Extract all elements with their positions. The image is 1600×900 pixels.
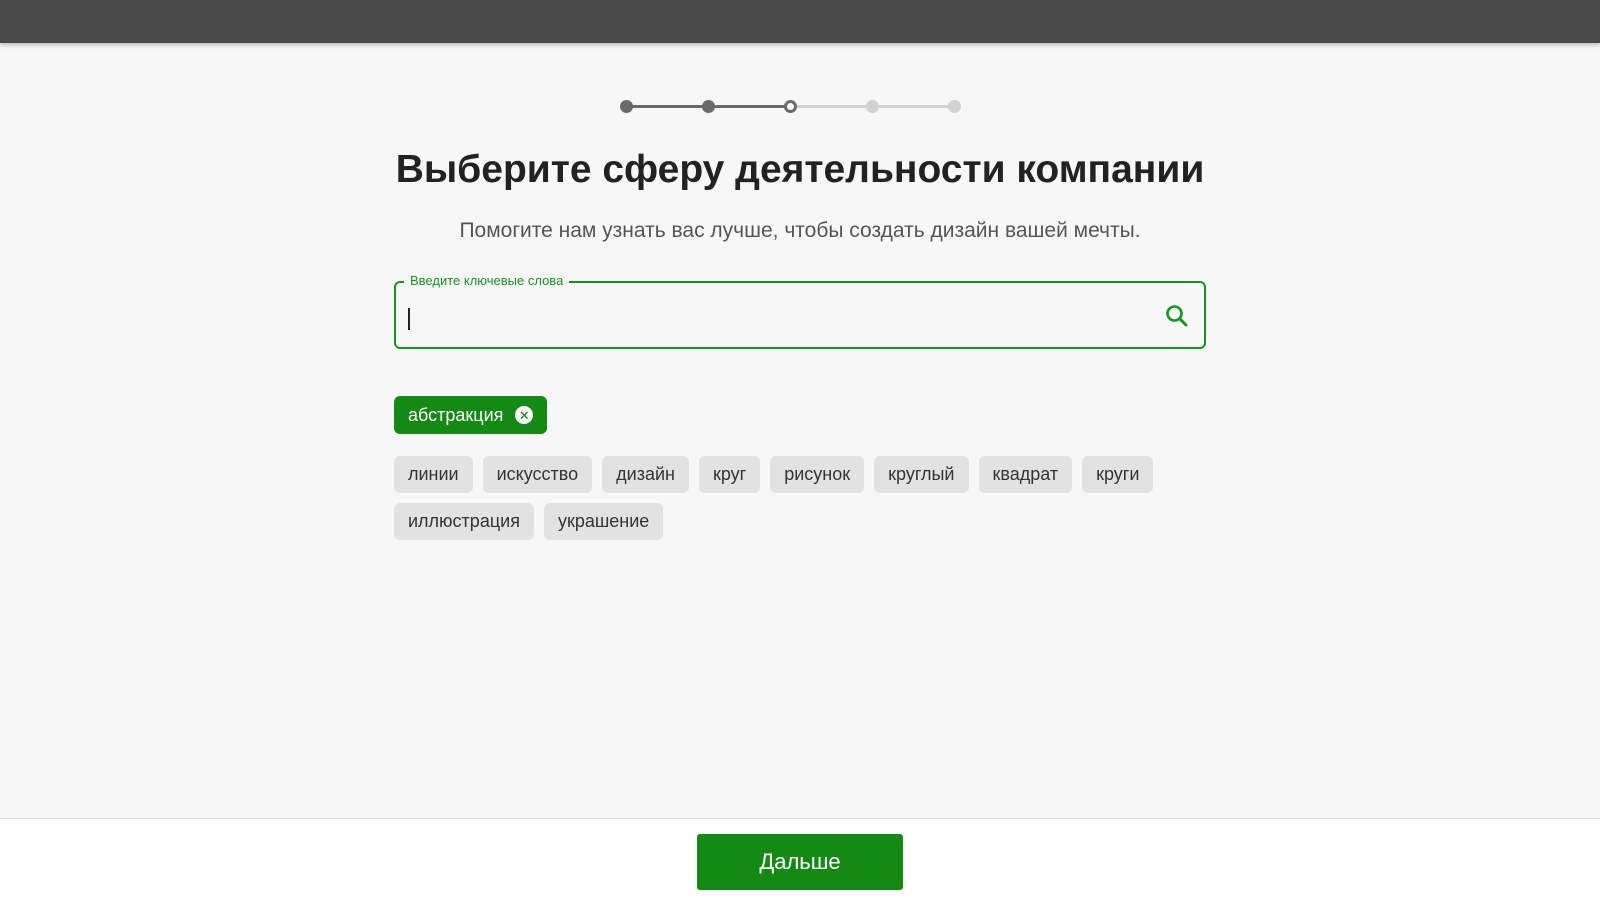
stepper-step-4 xyxy=(866,100,879,113)
progress-stepper xyxy=(620,100,961,114)
search-input[interactable] xyxy=(406,295,1136,335)
suggested-tag[interactable]: рисунок xyxy=(770,456,865,493)
next-button[interactable]: Дальше xyxy=(697,834,903,890)
stepper-step-5 xyxy=(948,100,961,113)
search-label: Введите ключевые слова xyxy=(404,273,570,288)
stepper-step-1 xyxy=(620,100,633,113)
close-circle-icon[interactable]: ✕ xyxy=(515,406,534,424)
stepper-line-3 xyxy=(790,105,872,108)
stepper-line-1 xyxy=(626,105,708,108)
suggested-tag[interactable]: искусство xyxy=(482,456,593,493)
suggested-tag[interactable]: круглый xyxy=(874,456,969,493)
suggested-tag[interactable]: круги xyxy=(1082,456,1154,493)
stepper-step-2 xyxy=(702,100,715,113)
suggested-tag[interactable]: дизайн xyxy=(602,456,689,493)
selected-tag[interactable]: абстракция ✕ xyxy=(394,396,548,434)
suggested-tag[interactable]: круг xyxy=(698,456,761,493)
selected-tag-label: абстракция xyxy=(408,404,504,425)
suggested-tag[interactable]: квадрат xyxy=(978,456,1073,493)
text-cursor xyxy=(408,308,410,330)
keyword-search-field[interactable]: Введите ключевые слова xyxy=(394,273,1206,349)
suggested-tag[interactable]: иллюстрация xyxy=(394,503,534,540)
stepper-step-3 xyxy=(784,100,797,113)
suggested-tags: линии искусство дизайн круг рисунок круг… xyxy=(394,456,1194,540)
stepper-line-2 xyxy=(708,105,790,108)
page-title: Выберите сферу деятельности компании xyxy=(395,148,1205,191)
suggested-tag[interactable]: линии xyxy=(394,456,473,493)
top-bar xyxy=(0,0,1600,43)
stepper-line-4 xyxy=(872,105,954,108)
footer-bar: Дальше xyxy=(0,818,1600,900)
search-icon[interactable] xyxy=(1164,303,1190,329)
page-subtitle: Помогите нам узнать вас лучше, чтобы соз… xyxy=(459,219,1141,242)
suggested-tag[interactable]: украшение xyxy=(543,503,664,540)
